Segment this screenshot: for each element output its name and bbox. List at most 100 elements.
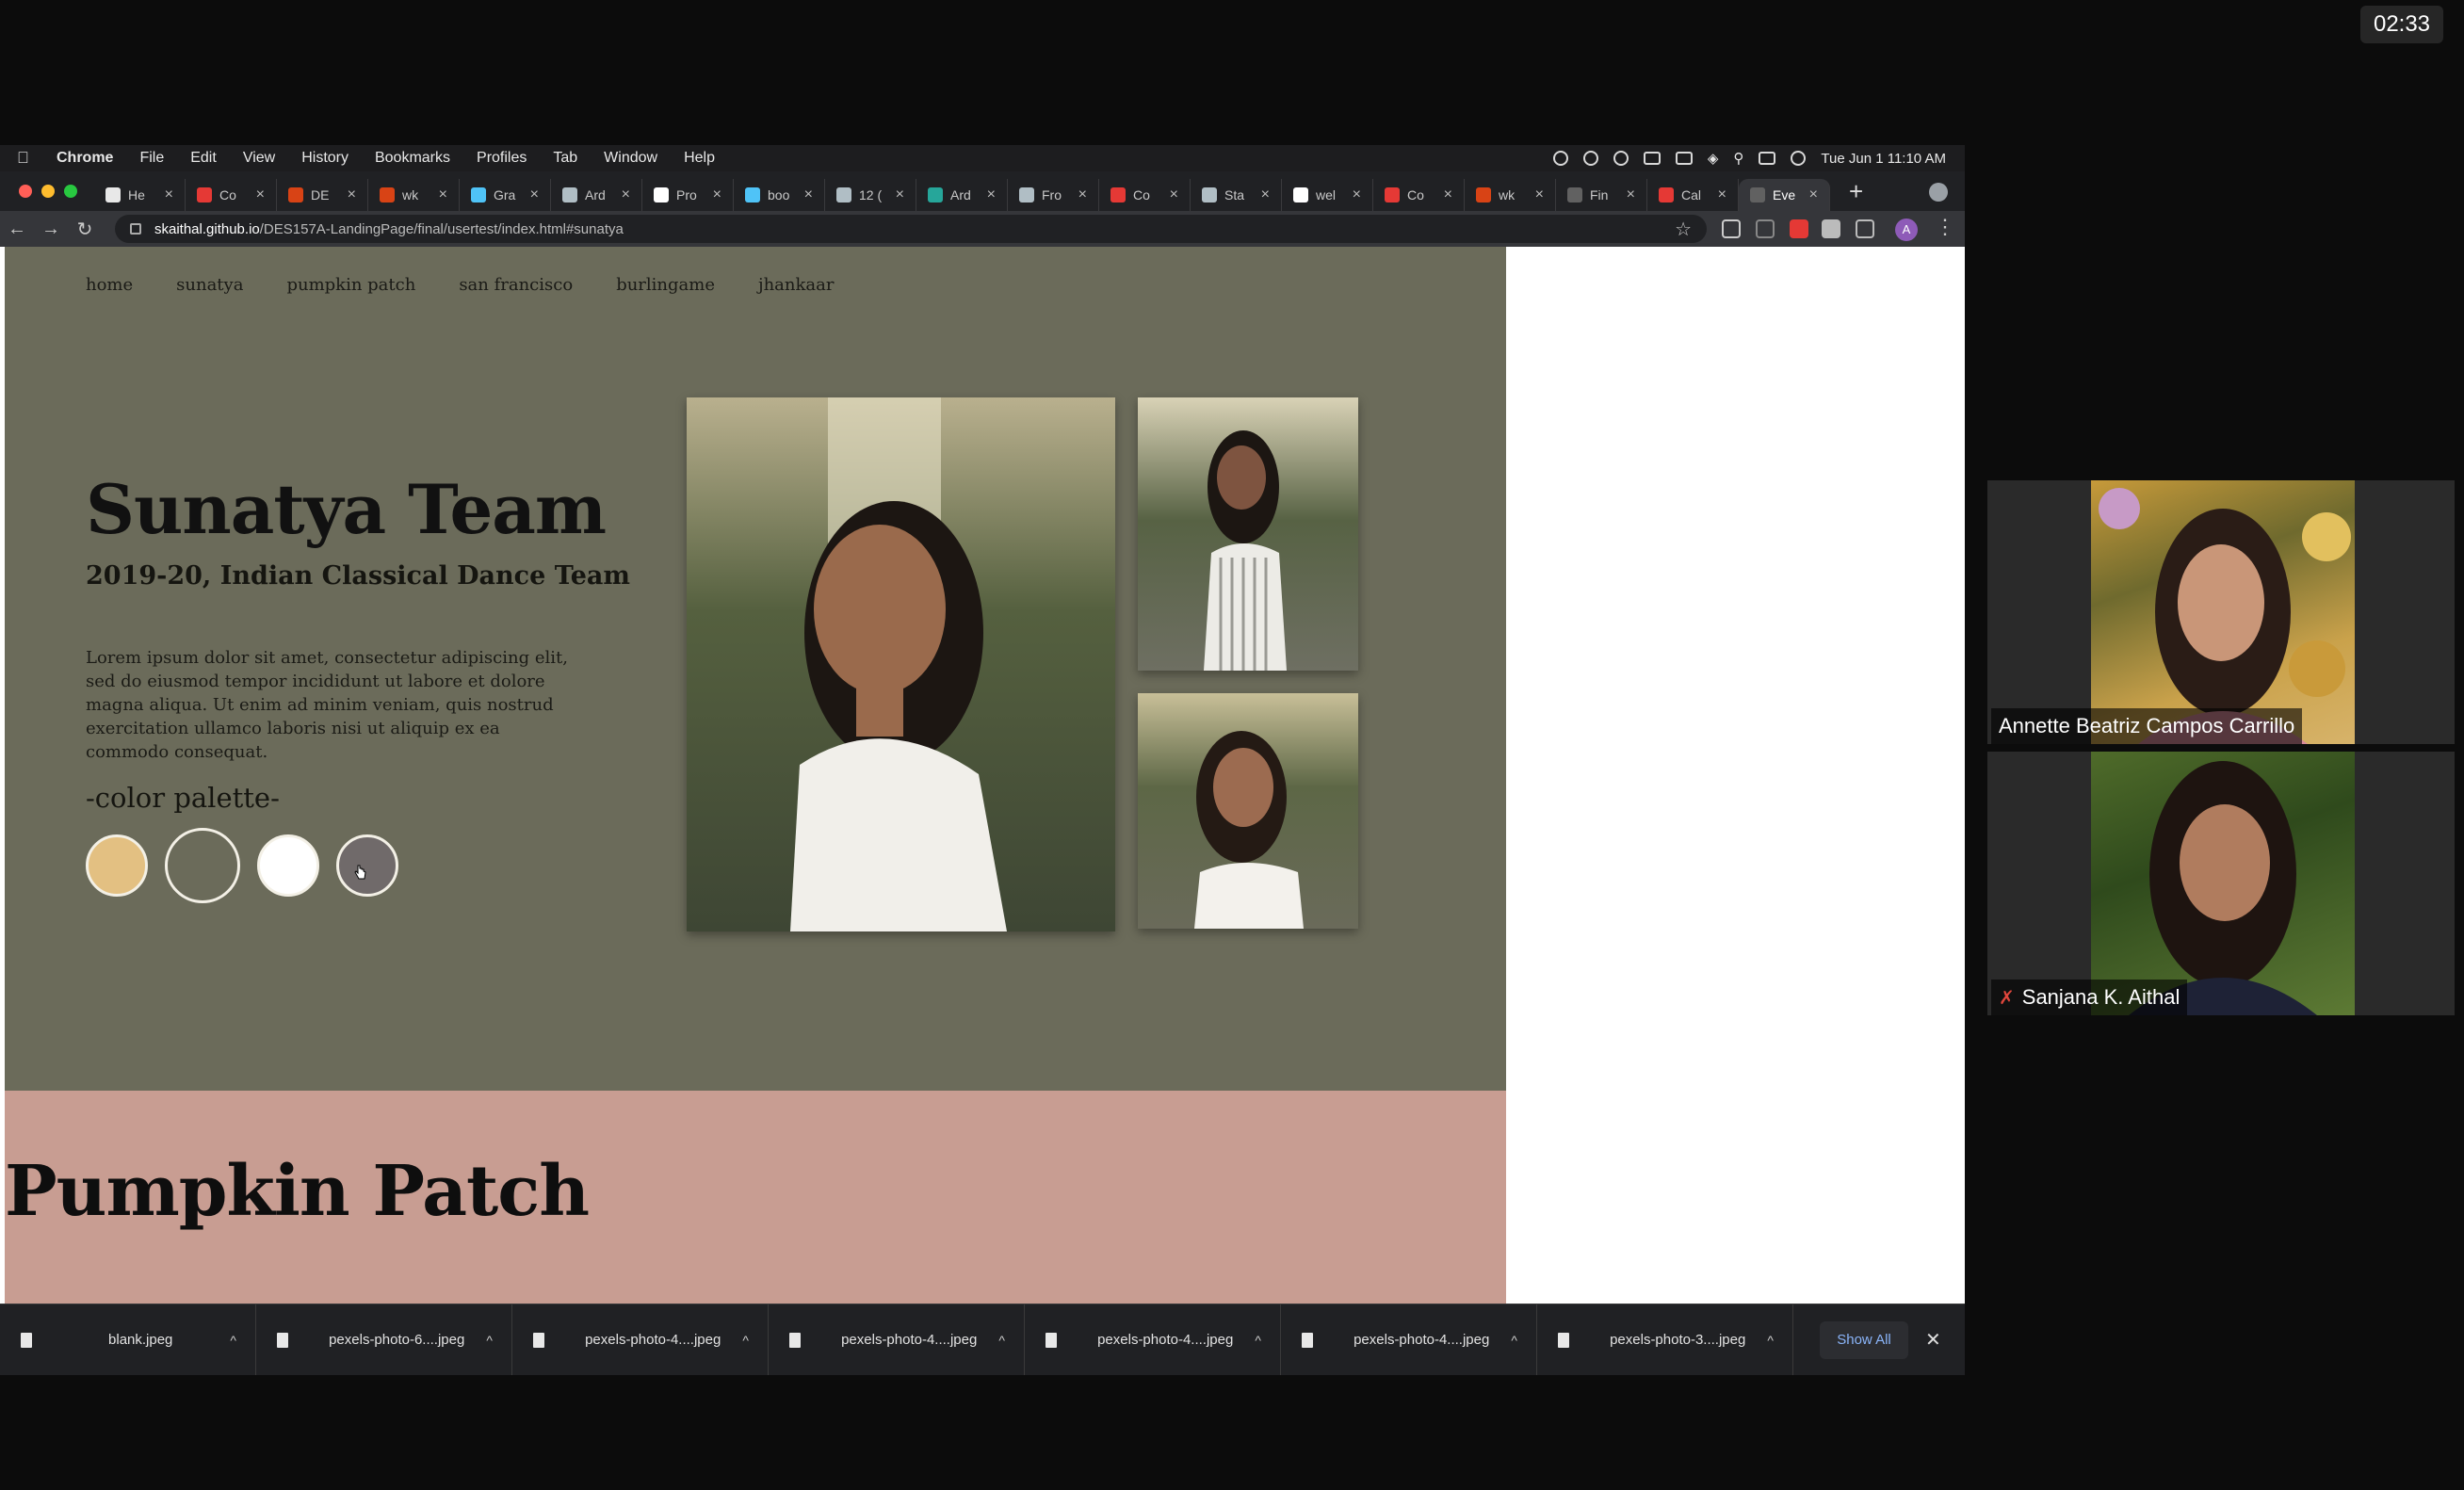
browser-tab[interactable]: Gra × [460, 179, 551, 211]
swatch-gray[interactable] [336, 834, 398, 897]
browser-tab[interactable]: Co × [186, 179, 277, 211]
chevron-up-icon[interactable]: ^ [1511, 1333, 1517, 1348]
dollar-icon[interactable] [1582, 151, 1598, 166]
lock-icon[interactable] [130, 223, 141, 235]
function-extension-icon[interactable] [1756, 219, 1775, 238]
browser-tab[interactable]: Eve × [1739, 179, 1830, 211]
close-tab-icon[interactable]: × [896, 186, 904, 203]
battery-icon[interactable] [1675, 152, 1693, 165]
close-tab-icon[interactable]: × [530, 186, 539, 203]
nav-link-sunatya[interactable]: sunatya [176, 275, 243, 295]
close-tab-icon[interactable]: × [1444, 186, 1452, 203]
close-tab-icon[interactable]: × [1718, 186, 1726, 203]
chevron-up-icon[interactable]: ^ [1255, 1333, 1261, 1348]
download-item[interactable]: pexels-photo-4....jpeg ^ [512, 1304, 769, 1375]
browser-tab[interactable]: Fin × [1556, 179, 1647, 211]
close-window-button[interactable] [19, 185, 32, 198]
extension-red-icon[interactable] [1790, 219, 1808, 238]
browser-tab[interactable]: Fro × [1008, 179, 1099, 211]
participant-tile[interactable]: ✗ Sanjana K. Aithal [1987, 752, 2455, 1015]
more-menu-icon[interactable]: ⋮ [1935, 215, 1955, 239]
address-bar[interactable]: skaithal.github.io /DES157A-LandingPage/… [115, 215, 1707, 243]
download-item[interactable]: pexels-photo-3....jpeg ^ [1537, 1304, 1793, 1375]
download-item[interactable]: pexels-photo-6....jpeg ^ [256, 1304, 512, 1375]
display-icon[interactable] [1643, 152, 1661, 165]
swatch-olive[interactable] [165, 828, 240, 903]
close-tab-icon[interactable]: × [804, 186, 813, 203]
browser-tab[interactable]: wel × [1282, 179, 1373, 211]
close-tab-icon[interactable]: × [1170, 186, 1178, 203]
browser-tab[interactable]: boo × [734, 179, 825, 211]
nav-link-home[interactable]: home [86, 275, 133, 295]
forward-arrow-icon[interactable]: → [34, 219, 68, 240]
participant-tile[interactable]: Annette Beatriz Campos Carrillo [1987, 480, 2455, 744]
cast-icon[interactable] [1722, 219, 1741, 238]
close-tab-icon[interactable]: × [165, 186, 173, 203]
menu-profiles[interactable]: Profiles [463, 150, 540, 167]
reload-icon[interactable]: ↻ [68, 218, 102, 241]
menu-edit[interactable]: Edit [177, 150, 230, 167]
browser-tab[interactable]: Ard × [551, 179, 642, 211]
nav-link-jhankaar[interactable]: jhankaar [758, 275, 834, 295]
chevron-up-icon[interactable]: ^ [998, 1333, 1005, 1348]
nav-link-burlingame[interactable]: burlingame [616, 275, 715, 295]
browser-tab[interactable]: Co × [1099, 179, 1191, 211]
profile-avatar[interactable]: A [1895, 219, 1918, 241]
chevron-up-icon[interactable]: ^ [1767, 1333, 1774, 1348]
menu-history[interactable]: History [288, 150, 362, 167]
browser-tab[interactable]: wk × [368, 179, 460, 211]
close-tab-icon[interactable]: × [439, 186, 447, 203]
reading-list-icon[interactable] [1856, 219, 1874, 238]
download-item[interactable]: pexels-photo-4....jpeg ^ [769, 1304, 1025, 1375]
menu-file[interactable]: File [126, 150, 177, 167]
apple-icon[interactable]:  [17, 149, 43, 168]
close-tab-icon[interactable]: × [1261, 186, 1270, 203]
browser-tab[interactable]: DE × [277, 179, 368, 211]
chevron-up-icon[interactable]: ^ [486, 1333, 493, 1348]
download-item[interactable]: pexels-photo-4....jpeg ^ [1281, 1304, 1537, 1375]
close-tab-icon[interactable]: × [256, 186, 265, 203]
siri-icon[interactable] [1791, 151, 1807, 166]
download-item[interactable]: pexels-photo-4....jpeg ^ [1025, 1304, 1281, 1375]
new-tab-button[interactable]: + [1849, 177, 1863, 206]
close-tab-icon[interactable]: × [1627, 186, 1635, 203]
menu-window[interactable]: Window [591, 150, 671, 167]
zoom-window-button[interactable] [64, 185, 77, 198]
close-tab-icon[interactable]: × [1353, 186, 1361, 203]
menu-view[interactable]: View [230, 150, 288, 167]
bookmark-star-icon[interactable]: ☆ [1675, 218, 1692, 241]
puzzle-extensions-icon[interactable] [1822, 219, 1840, 238]
chevron-up-icon[interactable]: ^ [742, 1333, 749, 1348]
browser-tab[interactable]: Sta × [1191, 179, 1282, 211]
nav-link-san-francisco[interactable]: san francisco [459, 275, 573, 295]
swatch-white[interactable] [257, 834, 319, 897]
close-downloads-icon[interactable]: ✕ [1925, 1328, 1941, 1352]
close-tab-icon[interactable]: × [622, 186, 630, 203]
tab-search-icon[interactable] [1929, 183, 1948, 202]
close-tab-icon[interactable]: × [713, 186, 721, 203]
browser-tab[interactable]: wk × [1465, 179, 1556, 211]
nav-link-pumpkin-patch[interactable]: pumpkin patch [286, 275, 415, 295]
play-icon[interactable] [1613, 151, 1629, 166]
browser-tab[interactable]: Co × [1373, 179, 1465, 211]
status-icon[interactable] [1552, 151, 1568, 166]
close-tab-icon[interactable]: × [348, 186, 356, 203]
close-tab-icon[interactable]: × [987, 186, 996, 203]
close-tab-icon[interactable]: × [1535, 186, 1544, 203]
browser-tab[interactable]: Pro × [642, 179, 734, 211]
menu-bookmarks[interactable]: Bookmarks [362, 150, 463, 167]
show-all-downloads-button[interactable]: Show All [1820, 1320, 1908, 1359]
browser-tab[interactable]: Cal × [1647, 179, 1739, 211]
browser-tab[interactable]: He × [94, 179, 186, 211]
menu-chrome[interactable]: Chrome [43, 150, 126, 167]
browser-tab[interactable]: Ard × [916, 179, 1008, 211]
control-center-icon[interactable] [1759, 152, 1776, 165]
close-tab-icon[interactable]: × [1078, 186, 1087, 203]
wifi-icon[interactable]: ◈ [1708, 150, 1719, 167]
menu-tab[interactable]: Tab [540, 150, 591, 167]
minimize-window-button[interactable] [41, 185, 55, 198]
browser-tab[interactable]: 12 (× [825, 179, 916, 211]
back-arrow-icon[interactable]: ← [0, 219, 34, 240]
menu-help[interactable]: Help [671, 150, 728, 167]
close-tab-icon[interactable]: × [1809, 186, 1818, 203]
